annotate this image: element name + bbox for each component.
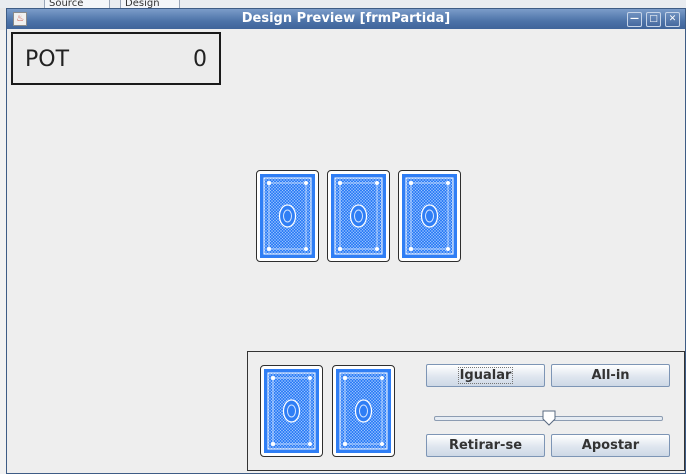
- slider-thumb[interactable]: [542, 410, 556, 426]
- bet-button[interactable]: Apostar: [551, 434, 670, 457]
- design-preview-window: ♨ Design Preview [frmPartida] — □ ✕ POT …: [6, 8, 686, 474]
- java-app-icon: ♨: [13, 12, 27, 26]
- all-in-button[interactable]: All-in: [551, 364, 670, 387]
- close-icon[interactable]: ✕: [665, 12, 680, 27]
- maximize-icon[interactable]: □: [646, 12, 661, 27]
- ide-background: Source Design: [0, 0, 686, 9]
- player-card[interactable]: [260, 365, 323, 457]
- fold-button[interactable]: Retirar-se: [426, 434, 545, 457]
- call-button[interactable]: Igualar: [426, 364, 545, 387]
- community-card[interactable]: [256, 170, 319, 262]
- card-back-pattern: [331, 174, 386, 258]
- player-panel: Igualar All-in Retirar-se Apostar: [247, 351, 685, 471]
- pot-display: POT 0: [11, 32, 221, 85]
- community-card[interactable]: [327, 170, 390, 262]
- card-back-pattern: [264, 369, 319, 453]
- community-card[interactable]: [398, 170, 461, 262]
- call-button-label: Igualar: [457, 367, 514, 384]
- player-card[interactable]: [332, 365, 395, 457]
- card-back-pattern: [402, 174, 457, 258]
- card-back-pattern: [336, 369, 391, 453]
- title-bar[interactable]: ♨ Design Preview [frmPartida] — □ ✕: [7, 9, 685, 29]
- pot-value: 0: [193, 47, 207, 72]
- minimize-icon[interactable]: —: [627, 12, 642, 27]
- window-title: Design Preview [frmPartida]: [241, 11, 451, 26]
- pot-label: POT: [25, 47, 70, 72]
- card-back-pattern: [260, 174, 315, 258]
